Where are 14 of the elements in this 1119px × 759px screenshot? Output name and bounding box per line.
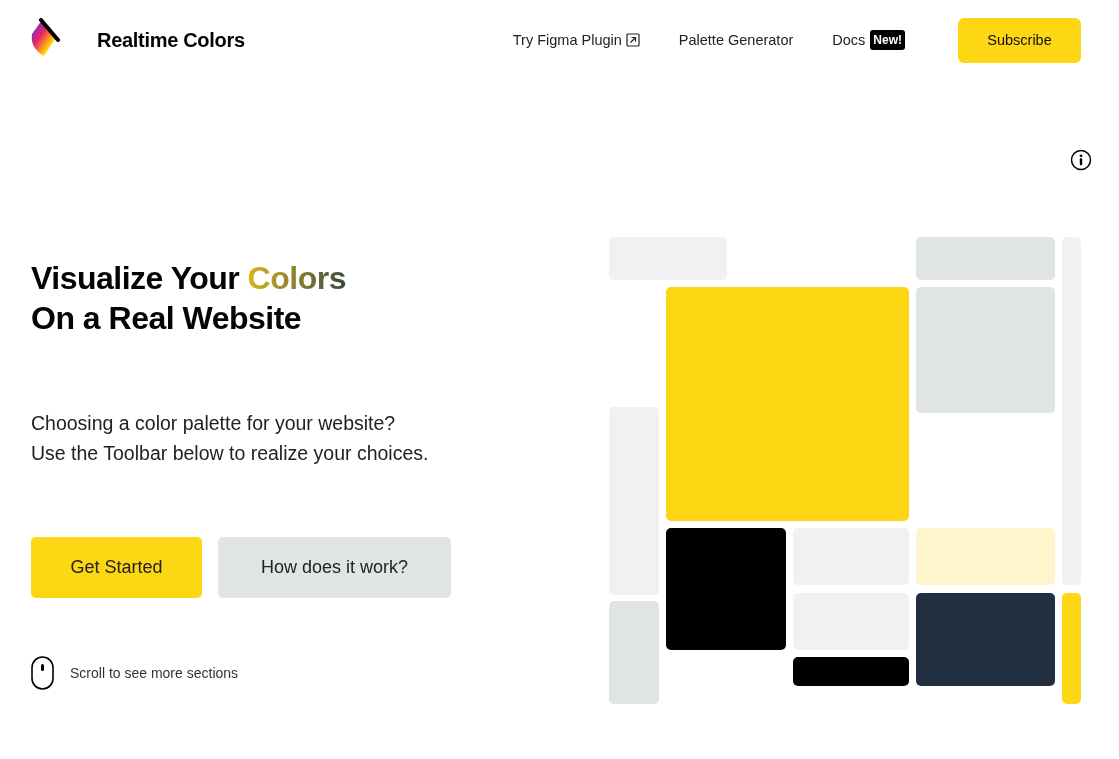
- hero-heading: Visualize Your Colors On a Real Website: [31, 259, 347, 338]
- brand-name: Realtime Colors: [97, 28, 245, 52]
- nav-link[interactable]: Try Figma Plugin: [512, 32, 640, 48]
- external-link-icon: [625, 33, 640, 47]
- nav-link[interactable]: Palette Generator: [678, 32, 794, 48]
- subscribe-button[interactable]: Subscribe: [958, 17, 1081, 63]
- secondary-button[interactable]: How does it work?: [218, 537, 451, 598]
- nav-link[interactable]: Docs New!: [832, 30, 905, 50]
- hero-description: Choosing a color palette for your website? Use the Toolbar below to realize your choices.: [31, 411, 430, 466]
- get-started-button[interactable]: Get Started: [31, 537, 202, 598]
- scroll-hint: Scroll to see more sections: [70, 665, 239, 681]
- new-badge: New!: [870, 30, 905, 50]
- info-icon[interactable]: [1070, 149, 1092, 171]
- mouse-icon: [31, 656, 54, 690]
